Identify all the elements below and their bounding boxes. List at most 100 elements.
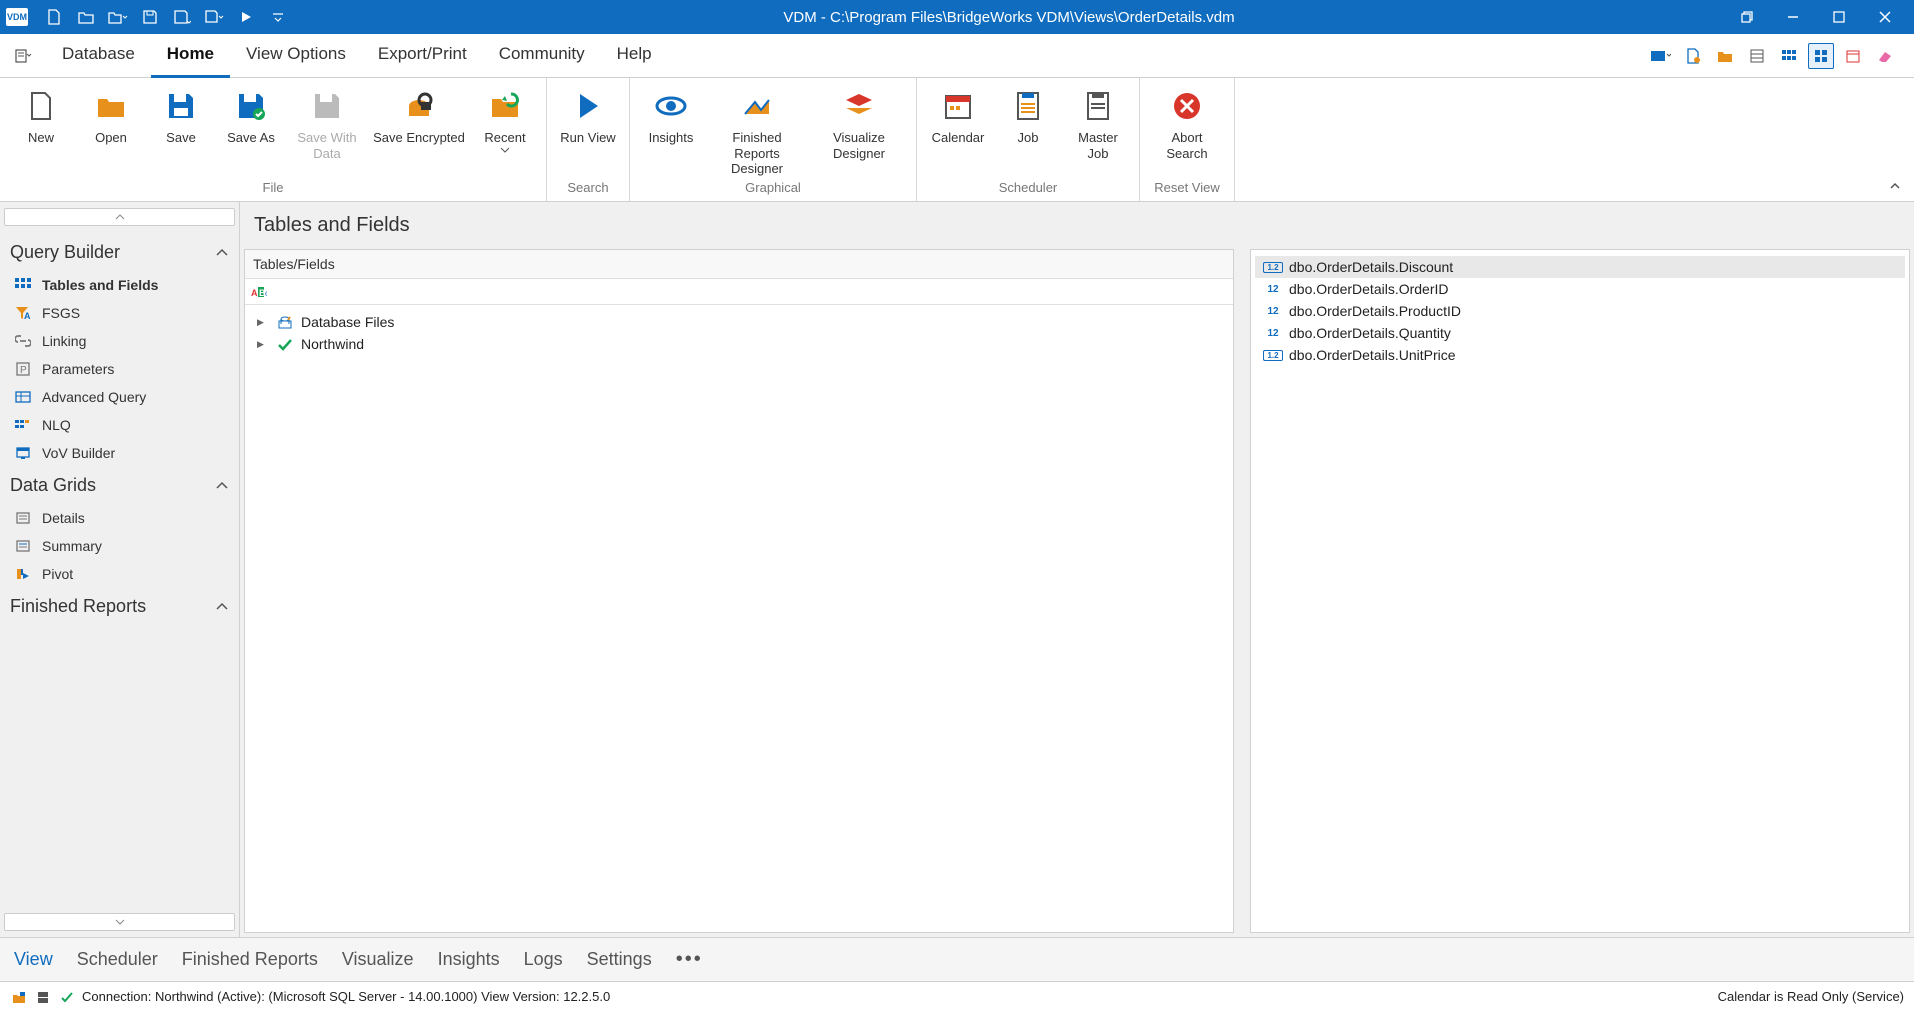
tree-item-database-files[interactable]: ▶Database Files [249,311,1229,333]
chevron-up-icon [215,602,229,612]
ribbon-open-button[interactable]: Open [80,84,142,146]
calendar-mini-icon[interactable] [1840,43,1866,69]
grid-icon [14,276,32,294]
expand-icon[interactable]: ▶ [257,317,269,328]
qa-customize-icon[interactable] [264,3,292,31]
sidebar-item-linking[interactable]: Linking [4,327,235,355]
folder-icon[interactable] [1712,43,1738,69]
new-doc-icon[interactable] [1680,43,1706,69]
field-orderid[interactable]: 12dbo.OrderDetails.OrderID [1255,278,1905,300]
open-icon [93,88,129,124]
ribbon-recent-button[interactable]: Recent [474,84,536,154]
status-connection: Connection: Northwind (Active): (Microso… [82,989,610,1004]
ribbon-calendar-button[interactable]: Calendar [927,84,989,146]
sidebar-item-pivot[interactable]: Pivot [4,560,235,588]
window-title: VDM - C:\Program Files\BridgeWorks VDM\V… [294,9,1724,26]
ribbon-new-button[interactable]: New [10,84,72,146]
ribbon-run-view-button[interactable]: Run View [557,84,619,146]
sidebar-item-vov-builder[interactable]: VoV Builder [4,439,235,467]
tree-pane: Tables/Fields ABc ▶Database Files▶Northw… [244,249,1234,933]
qa-save-icon[interactable] [136,3,164,31]
bottom-tab-finished-reports[interactable]: Finished Reports [182,949,318,970]
sidebar: Query BuilderTables and FieldsAFSGSLinki… [0,202,240,937]
menu-export/print[interactable]: Export/Print [362,34,483,78]
new-icon [23,88,59,124]
svg-text:P: P [20,365,27,376]
field-discount[interactable]: 1.2dbo.OrderDetails.Discount [1255,256,1905,278]
sidebar-item-tables-and-fields[interactable]: Tables and Fields [4,271,235,299]
ribbon-save-with-data-button: Save With Data [290,84,364,161]
ribbon-group-label: Search [557,178,619,199]
ribbon-insights-button[interactable]: Insights [640,84,702,146]
theme-swatch-icon[interactable] [1648,43,1674,69]
ribbon-master-job-button[interactable]: Master Job [1067,84,1129,161]
bottom-tab-view[interactable]: View [14,949,53,970]
menu-database[interactable]: Database [46,34,151,78]
bottom-tab-scheduler[interactable]: Scheduler [77,949,158,970]
ribbon-job-button[interactable]: Job [997,84,1059,146]
grid2-icon[interactable] [1776,43,1802,69]
qa-save-dd-icon[interactable] [200,3,228,31]
field-unitprice[interactable]: 1.2dbo.OrderDetails.UnitPrice [1255,344,1905,366]
decimal-type-icon: 1.2 [1263,350,1283,361]
field-productid[interactable]: 12dbo.OrderDetails.ProductID [1255,300,1905,322]
bottom-tab-insights[interactable]: Insights [438,949,500,970]
window-close-button[interactable] [1862,0,1908,34]
window-minimize-button[interactable] [1770,0,1816,34]
status-right: Calendar is Read Only (Service) [1718,989,1904,1004]
titlebar: VDM VDM - C:\Program Files\BridgeWorks V… [0,0,1914,34]
ribbon-abort-search-button[interactable]: Abort Search [1150,84,1224,161]
content-area: Tables and Fields Tables/Fields ABc ▶Dat… [240,202,1914,937]
ribbon-save-button[interactable]: Save [150,84,212,146]
ribbon-collapse-button[interactable] [1886,177,1904,195]
qa-new-icon[interactable] [40,3,68,31]
sidebar-item-advanced-query[interactable]: Advanced Query [4,383,235,411]
sidebar-section-data-grids[interactable]: Data Grids [4,467,235,504]
sidebar-item-parameters[interactable]: PParameters [4,355,235,383]
bottom-tab-visualize[interactable]: Visualize [342,949,414,970]
bottom-tab-settings[interactable]: Settings [587,949,652,970]
sidebar-item-fsgs[interactable]: AFSGS [4,299,235,327]
status-server-icon [34,988,52,1006]
menubar: DatabaseHomeView OptionsExport/PrintComm… [0,34,1914,78]
sidebar-section-query-builder[interactable]: Query Builder [4,234,235,271]
menu-help[interactable]: Help [601,34,668,78]
tree-item-northwind[interactable]: ▶Northwind [249,333,1229,355]
qa-open-dd-icon[interactable] [104,3,132,31]
qa-saveas-icon[interactable] [168,3,196,31]
qa-run-icon[interactable] [232,3,260,31]
menu-community[interactable]: Community [483,34,601,78]
menu-view-options[interactable]: View Options [230,34,362,78]
field-quantity[interactable]: 12dbo.OrderDetails.Quantity [1255,322,1905,344]
bottom-tabs-more[interactable]: ••• [676,948,703,971]
bottom-tab-logs[interactable]: Logs [524,949,563,970]
ribbon-save-as-button[interactable]: Save As [220,84,282,146]
eraser-icon[interactable] [1872,43,1898,69]
sidebar-item-details[interactable]: Details [4,504,235,532]
app-menu-button[interactable] [8,41,38,71]
calendar-icon [940,88,976,124]
ribbon-finished-reports-designer-button[interactable]: Finished Reports Designer [710,84,804,177]
expand-icon[interactable]: ▶ [257,339,269,350]
grid1-icon[interactable] [1744,43,1770,69]
recent-icon [487,88,523,124]
sidebar-item-nlq[interactable]: NLQ [4,411,235,439]
ribbon-group-label: Graphical [640,178,906,199]
bottom-tabs: View Scheduler Finished Reports Visualize In… [0,937,1914,981]
ribbon-visualize-designer-button[interactable]: Visualize Designer [812,84,906,161]
summary-icon [14,537,32,555]
grid3-icon[interactable] [1808,43,1834,69]
window-maximize-button[interactable] [1816,0,1862,34]
tree-filter-row[interactable]: ABc [245,279,1233,305]
sidebar-expand-down[interactable] [4,913,235,931]
view-mode-icons [1648,43,1906,69]
main-area: Query BuilderTables and FieldsAFSGSLinki… [0,202,1914,937]
sidebar-expand-up[interactable] [4,208,235,226]
int-type-icon: 12 [1263,306,1283,317]
sidebar-item-summary[interactable]: Summary [4,532,235,560]
window-restore-alt-button[interactable] [1724,0,1770,34]
menu-home[interactable]: Home [151,34,230,78]
sidebar-section-finished-reports[interactable]: Finished Reports [4,588,235,625]
qa-open-icon[interactable] [72,3,100,31]
ribbon-save-encrypted-button[interactable]: Save Encrypted [372,84,466,146]
